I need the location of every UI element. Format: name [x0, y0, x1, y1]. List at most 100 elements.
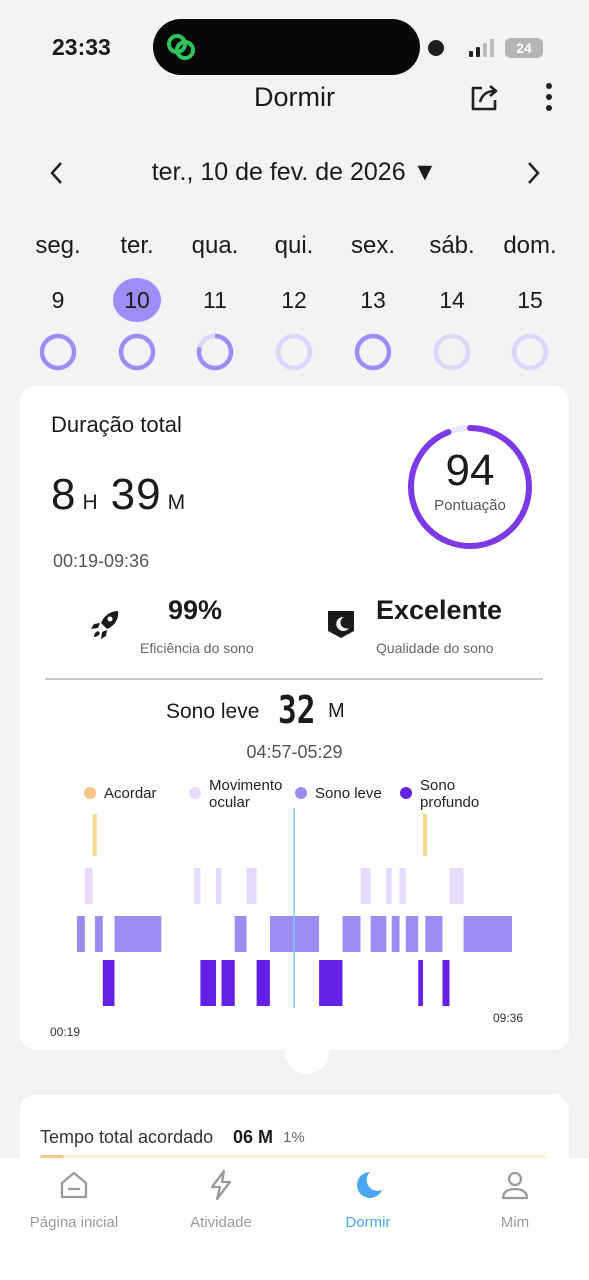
- stage-label: Sono leve: [166, 700, 260, 723]
- card-scroll-handle[interactable]: [285, 1030, 329, 1074]
- camera-dot: [428, 40, 444, 56]
- person-icon: [501, 1171, 529, 1200]
- hypnogram-segment: [463, 916, 512, 952]
- weekday-label: sex.: [350, 232, 395, 259]
- battery-icon: 24: [505, 38, 543, 58]
- hypnogram-segment: [360, 868, 371, 904]
- hypnogram-segment: [92, 814, 97, 856]
- quality-value: Excelente: [376, 595, 503, 625]
- signal-icon: [469, 39, 494, 57]
- hypnogram-segment: [294, 916, 320, 952]
- hypnogram-segment: [234, 916, 247, 952]
- quality-label: Qualidade do sono: [376, 640, 494, 656]
- awake-label: Tempo total acordado: [40, 1127, 214, 1147]
- day-number[interactable]: 13: [349, 278, 397, 322]
- hypnogram-segment: [216, 868, 222, 904]
- sleep-time-range: 00:19-09:36: [53, 551, 150, 571]
- hypnogram-segment: [77, 916, 85, 952]
- duration-hours: 8: [51, 470, 77, 519]
- rocket-icon: [91, 611, 119, 639]
- hypnogram-segment: [422, 814, 427, 856]
- day-number[interactable]: 15: [506, 278, 554, 322]
- nav-me[interactable]: Mim: [445, 1168, 585, 1231]
- legend-awake: Acordar: [104, 785, 157, 802]
- legend-deep-line1: Sono: [420, 777, 456, 794]
- efficiency-value: 99%: [168, 595, 223, 625]
- legend-dot-rem: [189, 787, 201, 799]
- day-number[interactable]: 11: [191, 278, 239, 322]
- legend-dot-deep: [400, 787, 412, 799]
- hypnogram-segment: [221, 960, 235, 1006]
- duration-label: Duração total: [51, 412, 182, 437]
- hypnogram-segment: [84, 868, 93, 904]
- stage-unit: M: [328, 700, 345, 722]
- weekday-label: sáb.: [429, 232, 475, 259]
- day-score-ring[interactable]: [353, 332, 393, 372]
- weekday-label: seg.: [35, 232, 81, 259]
- day-score-ring[interactable]: [38, 332, 78, 372]
- weekday-label: ter.: [120, 232, 154, 259]
- legend-deep: Sono profundo: [420, 777, 479, 811]
- moon-shield-icon: [328, 611, 354, 638]
- hypnogram-segment: [449, 868, 464, 904]
- hypnogram-segment: [200, 960, 217, 1006]
- nav-home[interactable]: Página inicial: [4, 1168, 144, 1231]
- divider: [45, 678, 543, 680]
- hypnogram-segment: [269, 916, 295, 952]
- legend-rem: Movimento ocular: [209, 777, 282, 811]
- hypnogram-segment: [405, 916, 419, 952]
- nav-home-label: Página inicial: [29, 1214, 119, 1231]
- lightning-icon: [210, 1169, 232, 1201]
- stage-range: 04:57-05:29: [246, 742, 343, 762]
- day-number[interactable]: 12: [270, 278, 318, 322]
- hypnogram-segment: [102, 960, 115, 1006]
- moon-icon: [357, 1172, 382, 1198]
- legend-dot-light: [295, 787, 307, 799]
- stage-value: 32: [278, 688, 316, 732]
- hypnogram-segment: [425, 916, 443, 952]
- weekday-label: qui.: [274, 232, 314, 259]
- hours-unit: H: [82, 491, 99, 514]
- weekday-label: qua.: [191, 232, 239, 259]
- share-icon[interactable]: [466, 80, 502, 116]
- nav-activity-label: Atividade: [190, 1214, 252, 1231]
- nav-me-label: Mim: [500, 1214, 530, 1231]
- weekday-label: dom.: [503, 232, 557, 259]
- nav-activity[interactable]: Atividade: [151, 1168, 291, 1231]
- day-score-ring[interactable]: [510, 332, 550, 372]
- axis-end-label: 09:36: [493, 1011, 524, 1025]
- home-icon: [60, 1171, 88, 1199]
- day-number[interactable]: 14: [428, 278, 476, 322]
- chevron-right-icon[interactable]: [518, 158, 548, 188]
- hypnogram-segment: [194, 868, 201, 904]
- axis-start-label: 00:19: [50, 1025, 81, 1039]
- awake-value: 06 M: [233, 1127, 274, 1147]
- status-time: 23:33: [52, 34, 111, 60]
- link-app-icon: [167, 34, 195, 60]
- legend-light: Sono leve: [315, 785, 382, 802]
- nav-sleep[interactable]: Dormir: [298, 1168, 438, 1231]
- duration-minutes: 39: [110, 470, 162, 519]
- day-score-ring[interactable]: [432, 332, 472, 372]
- day-number-selected[interactable]: 10: [113, 278, 161, 322]
- hypnogram-segment: [418, 960, 423, 1006]
- hypnogram-chart[interactable]: [40, 808, 550, 1028]
- hypnogram-segment: [342, 916, 361, 952]
- hypnogram-segment: [370, 916, 387, 952]
- more-options-icon[interactable]: [535, 80, 563, 116]
- day-score-ring[interactable]: [274, 332, 314, 372]
- hypnogram-segment: [256, 960, 270, 1006]
- efficiency-label: Eficiência do sono: [140, 640, 254, 656]
- day-number[interactable]: 9: [34, 278, 82, 322]
- dynamic-island: [153, 19, 420, 75]
- hypnogram-segment: [94, 916, 103, 952]
- day-score-ring[interactable]: [195, 332, 235, 372]
- hypnogram-segment: [386, 868, 392, 904]
- score-label: Pontuação: [434, 497, 506, 514]
- nav-sleep-label: Dormir: [345, 1214, 391, 1231]
- sleep-score: 94: [445, 446, 495, 495]
- legend-dot-awake: [84, 787, 96, 799]
- date-selector[interactable]: ter., 10 de fev. de 2026 ▼: [0, 158, 589, 187]
- day-score-ring[interactable]: [117, 332, 157, 372]
- hypnogram-segment: [319, 960, 343, 1006]
